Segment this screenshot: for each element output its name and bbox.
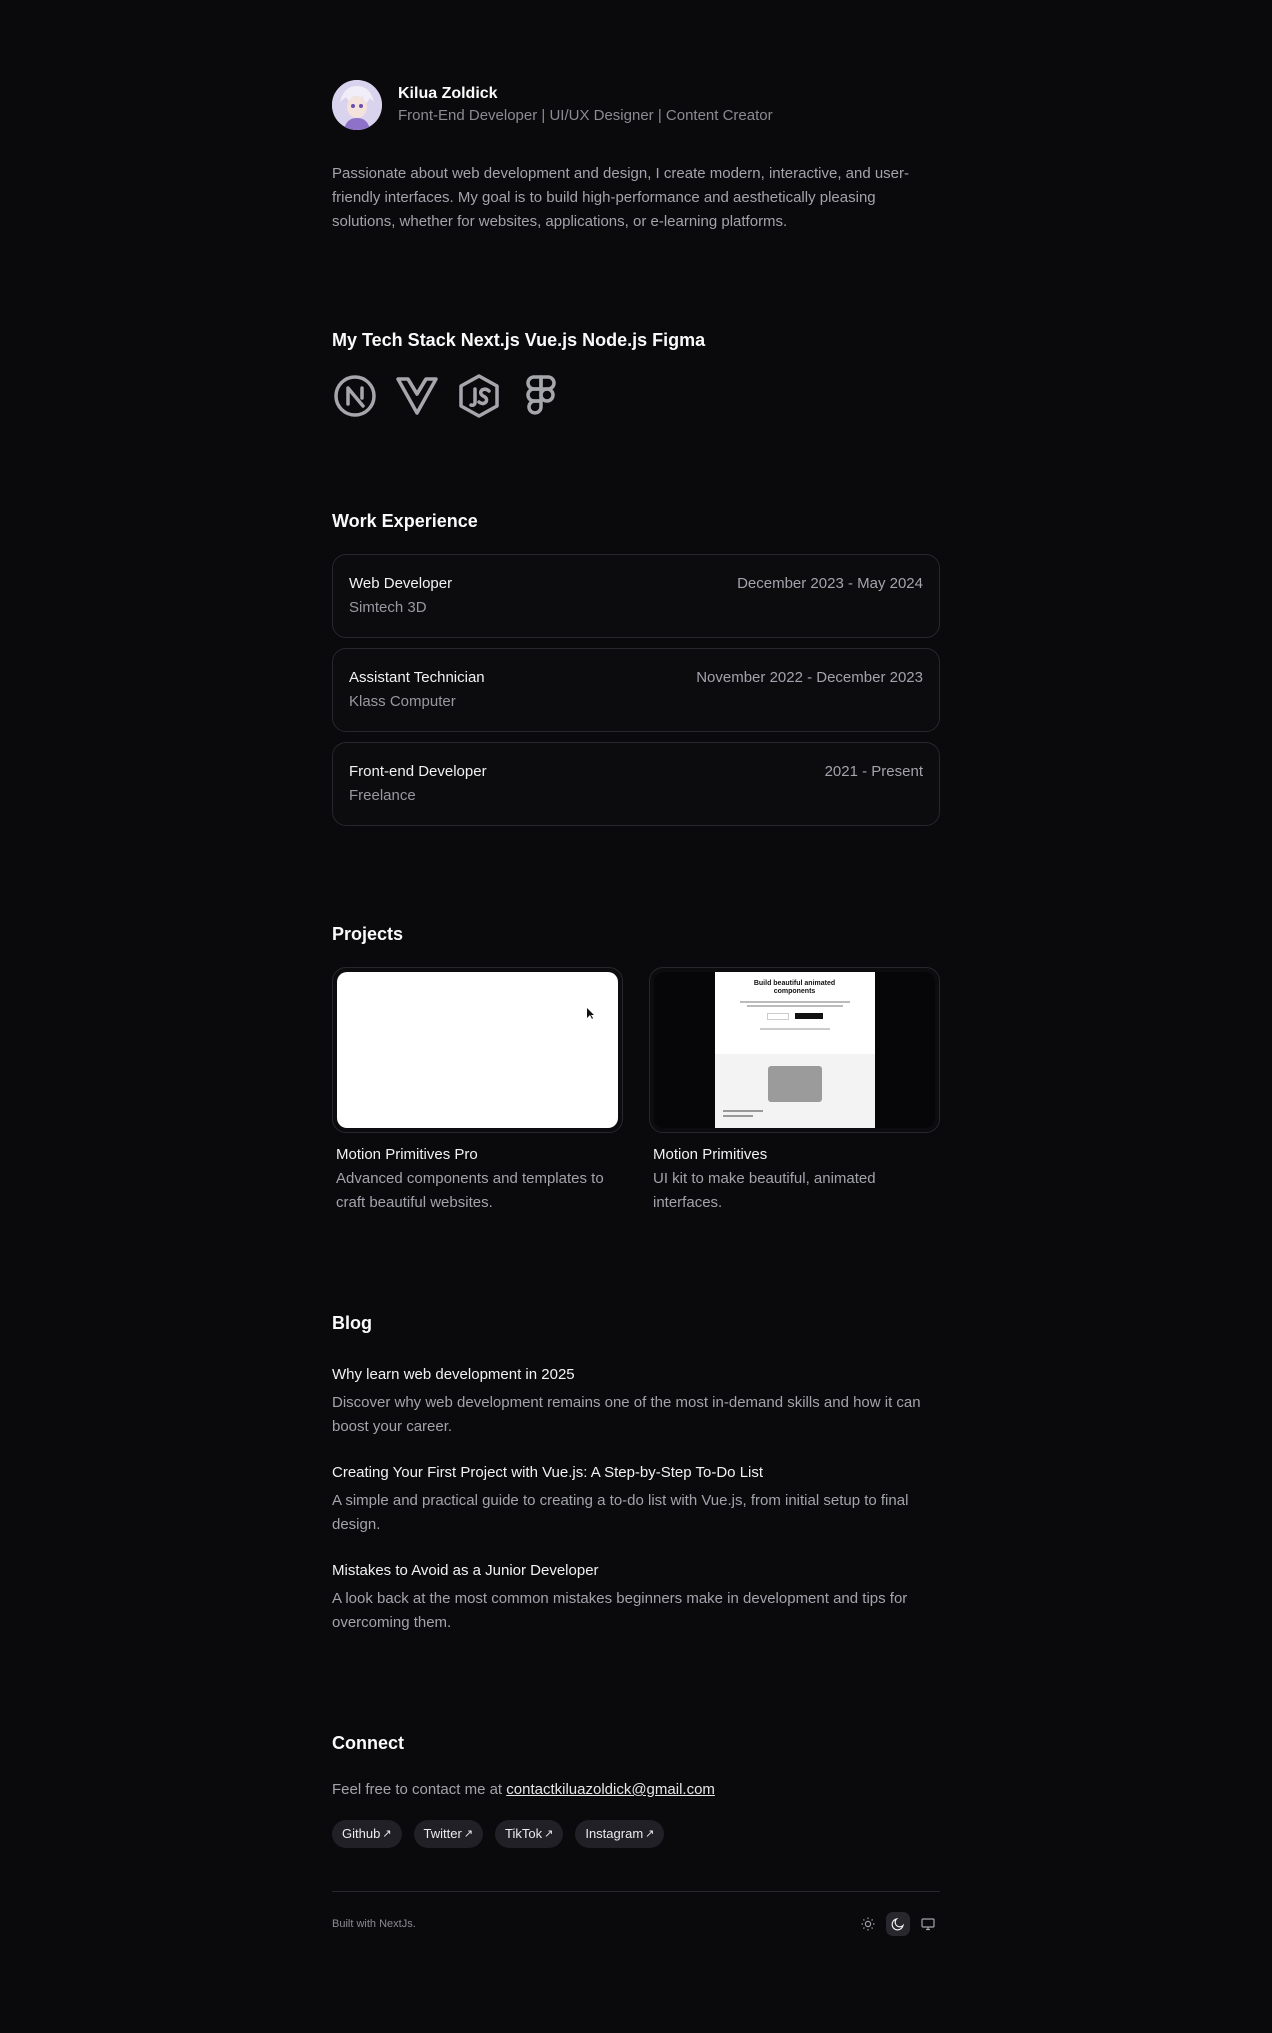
project-thumbnail[interactable] bbox=[332, 967, 623, 1133]
cursor-icon bbox=[587, 1008, 594, 1019]
connect-section: Connect Feel free to contact me at conta… bbox=[332, 1731, 940, 1848]
project-desc: Advanced components and templates to cra… bbox=[336, 1170, 604, 1211]
job-card: Web Developer Simtech 3D December 2023 -… bbox=[332, 554, 940, 638]
job-company: Klass Computer bbox=[349, 693, 456, 710]
website-screenshot: Build beautiful animated components bbox=[714, 972, 875, 1128]
project-preview bbox=[337, 972, 618, 1128]
job-card: Assistant Technician Klass Computer Nove… bbox=[332, 648, 940, 732]
profile-bio: Passionate about web development and des… bbox=[332, 165, 910, 230]
project-thumbnail[interactable]: Build beautiful animated components bbox=[649, 967, 940, 1133]
job-dates: December 2023 - May 2024 bbox=[737, 575, 923, 592]
profile-name: Kilua Zoldick bbox=[398, 85, 498, 102]
blog-title: Blog bbox=[332, 1313, 372, 1333]
job-title: Assistant Technician bbox=[349, 669, 485, 686]
email-link[interactable]: contactkiluazoldick@gmail.com bbox=[506, 1781, 715, 1798]
moon-icon bbox=[891, 1918, 904, 1931]
project-card[interactable]: Motion Primitives Pro Advanced component… bbox=[332, 967, 623, 1215]
post-desc: Discover why web development remains one… bbox=[332, 1394, 921, 1435]
post-title[interactable]: Creating Your First Project with Vue.js:… bbox=[332, 1461, 940, 1485]
light-theme-button[interactable] bbox=[856, 1912, 880, 1936]
blog-post[interactable]: Creating Your First Project with Vue.js:… bbox=[332, 1461, 940, 1537]
social-links: Github ↗ Twitter ↗ TikTok ↗ Instagram ↗ bbox=[332, 1820, 940, 1848]
social-label: TikTok bbox=[505, 1826, 543, 1841]
built-with-text: Built with NextJs. bbox=[332, 1918, 416, 1930]
project-desc: UI kit to make beautiful, animated inter… bbox=[653, 1170, 876, 1211]
job-dates: November 2022 - December 2023 bbox=[696, 669, 923, 686]
social-label: Twitter bbox=[423, 1826, 462, 1841]
work-section: Work Experience Web Developer Simtech 3D… bbox=[332, 509, 940, 826]
connect-label: Feel free to contact me at bbox=[332, 1781, 503, 1798]
external-arrow-icon: ↗ bbox=[544, 1828, 554, 1840]
social-link-twitter[interactable]: Twitter ↗ bbox=[413, 1820, 484, 1848]
social-link-github[interactable]: Github ↗ bbox=[332, 1820, 402, 1848]
page-container: Kilua Zoldick Front-End Developer | UI/U… bbox=[332, 0, 940, 1936]
profile-role: Front-End Developer | UI/UX Designer | C… bbox=[398, 107, 773, 124]
vuejs-icon bbox=[394, 373, 440, 419]
connect-text: Feel free to contact me at contactkiluaz… bbox=[332, 1781, 940, 1798]
nodejs-icon bbox=[456, 373, 502, 419]
post-title[interactable]: Why learn web development in 2025 bbox=[332, 1363, 940, 1387]
external-arrow-icon: ↗ bbox=[382, 1828, 392, 1840]
job-company: Freelance bbox=[349, 787, 416, 804]
social-label: Instagram bbox=[585, 1826, 644, 1841]
external-arrow-icon: ↗ bbox=[645, 1828, 655, 1840]
monitor-icon bbox=[921, 1918, 935, 1931]
footer: Built with NextJs. bbox=[332, 1891, 940, 1936]
project-name[interactable]: Motion Primitives Pro bbox=[332, 1143, 623, 1167]
blog-post[interactable]: Mistakes to Avoid as a Junior Developer … bbox=[332, 1559, 940, 1635]
projects-title: Projects bbox=[332, 924, 404, 944]
projects-section: Projects Motion Primitives Pro Advanced … bbox=[332, 922, 940, 1215]
tech-stack-section: My Tech Stack Next.js Vue.js Node.js Fig… bbox=[332, 330, 940, 419]
project-preview: Build beautiful animated components bbox=[654, 972, 935, 1128]
external-arrow-icon: ↗ bbox=[463, 1828, 474, 1840]
system-theme-button[interactable] bbox=[916, 1912, 940, 1936]
sun-icon bbox=[861, 1917, 875, 1931]
blog-section: Blog Why learn web development in 2025 D… bbox=[332, 1311, 940, 1635]
post-title[interactable]: Mistakes to Avoid as a Junior Developer bbox=[332, 1559, 940, 1583]
dark-theme-button[interactable] bbox=[886, 1912, 910, 1936]
connect-title: Connect bbox=[332, 1733, 404, 1753]
tech-icons bbox=[332, 373, 940, 419]
job-card: Front-end Developer Freelance 2021 - Pre… bbox=[332, 742, 940, 826]
social-label: Github bbox=[342, 1826, 381, 1841]
job-dates: 2021 - Present bbox=[824, 763, 923, 780]
nextjs-icon bbox=[332, 373, 378, 419]
social-link-instagram[interactable]: Instagram ↗ bbox=[575, 1820, 665, 1848]
job-company: Simtech 3D bbox=[349, 599, 427, 616]
avatar bbox=[332, 80, 382, 130]
profile-header: Kilua Zoldick Front-End Developer | UI/U… bbox=[332, 80, 940, 130]
post-desc: A simple and practical guide to creating… bbox=[332, 1492, 909, 1533]
job-title: Front-end Developer bbox=[349, 763, 487, 780]
preview-heading: Build beautiful animated components bbox=[753, 980, 836, 995]
theme-switcher bbox=[856, 1912, 940, 1936]
project-card[interactable]: Build beautiful animated components Moti… bbox=[649, 967, 940, 1215]
tech-stack-title: My Tech Stack Next.js Vue.js Node.js Fig… bbox=[332, 330, 706, 350]
figma-icon bbox=[518, 373, 564, 419]
job-title: Web Developer bbox=[349, 575, 453, 592]
work-title: Work Experience bbox=[332, 511, 478, 531]
social-link-tiktok[interactable]: TikTok ↗ bbox=[495, 1820, 564, 1848]
blog-post[interactable]: Why learn web development in 2025 Discov… bbox=[332, 1363, 940, 1439]
post-desc: A look back at the most common mistakes … bbox=[332, 1590, 908, 1631]
project-name[interactable]: Motion Primitives bbox=[649, 1143, 940, 1167]
